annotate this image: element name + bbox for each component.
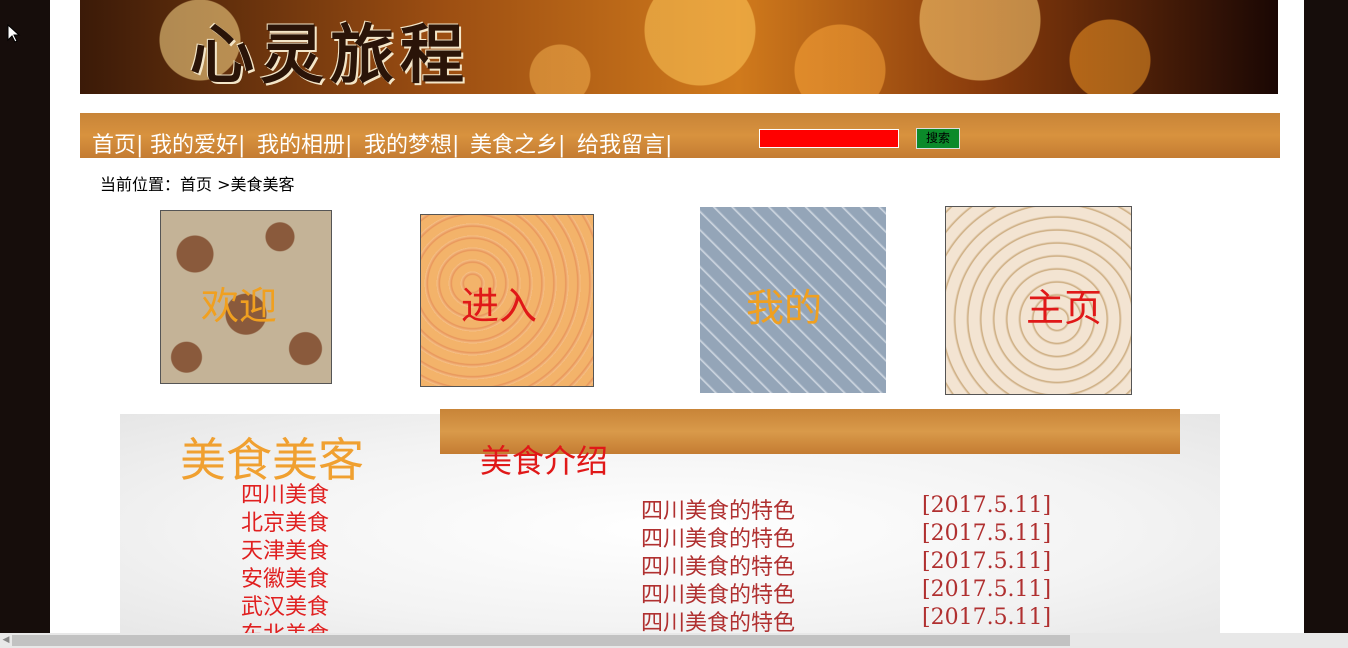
- nav-item-message[interactable]: 给我留言|: [577, 127, 672, 159]
- sidebar-title: 美食美客: [180, 433, 364, 487]
- list-item: 四川美食的特色 [2017.5.11]: [641, 493, 1061, 524]
- scrollbar-thumb[interactable]: [12, 635, 1070, 646]
- scroll-left-icon[interactable]: ◀: [1, 634, 11, 647]
- news-date: [2017.5.11]: [922, 577, 1052, 602]
- horizontal-scrollbar[interactable]: ◀: [0, 633, 1348, 648]
- list-item: 四川美食的特色 [2017.5.11]: [641, 549, 1061, 580]
- tile-label: 欢迎: [201, 284, 278, 328]
- news-title-link[interactable]: 四川美食的特色: [641, 605, 795, 633]
- section-title: 美食介绍: [480, 442, 609, 480]
- banner-title: 心灵旅程: [190, 18, 470, 93]
- list-item: 四川美食的特色 [2017.5.11]: [641, 577, 1061, 608]
- food-category-wuhan[interactable]: 武汉美食: [241, 594, 329, 622]
- search-button[interactable]: 搜索: [916, 128, 960, 149]
- tile-label: 我的: [746, 286, 823, 330]
- tile-homepage[interactable]: 主页: [945, 206, 1132, 395]
- nav-item-hobbies[interactable]: 我的爱好|: [150, 127, 245, 159]
- tile-label: 进入: [461, 284, 538, 328]
- tile-my[interactable]: 我的: [700, 207, 886, 393]
- list-item: 四川美食的特色 [2017.5.11]: [641, 521, 1061, 552]
- tile-enter[interactable]: 进入: [420, 214, 594, 387]
- news-date: [2017.5.11]: [922, 549, 1052, 574]
- nav-item-dream[interactable]: 我的梦想|: [364, 127, 459, 159]
- header-banner: 心灵旅程: [80, 0, 1278, 94]
- news-list: 四川美食的特色 [2017.5.11] 四川美食的特色 [2017.5.11] …: [641, 493, 1061, 633]
- nav-bar: 首页| 我的爱好| 我的相册| 我的梦想| 美食之乡| 给我留言| 搜索: [80, 113, 1280, 158]
- nav-item-home[interactable]: 首页|: [92, 127, 143, 159]
- tile-welcome[interactable]: 欢迎: [160, 210, 332, 384]
- food-category-northeast[interactable]: 东北美食: [241, 622, 329, 633]
- page-container: 心灵旅程 首页| 我的爱好| 我的相册| 我的梦想| 美食之乡| 给我留言| 搜…: [50, 0, 1304, 633]
- food-category-anhui[interactable]: 安徽美食: [241, 566, 329, 594]
- breadcrumb: 当前位置：首页 >美食美客: [100, 175, 295, 194]
- news-date: [2017.5.11]: [922, 521, 1052, 546]
- news-date: [2017.5.11]: [922, 605, 1052, 630]
- list-item: 四川美食的特色 [2017.5.11]: [641, 605, 1061, 633]
- news-date: [2017.5.11]: [922, 493, 1052, 518]
- search-input[interactable]: [759, 129, 899, 148]
- food-category-sichuan[interactable]: 四川美食: [241, 482, 329, 510]
- nav-item-album[interactable]: 我的相册|: [257, 127, 352, 159]
- food-category-beijing[interactable]: 北京美食: [241, 510, 329, 538]
- nav-item-food[interactable]: 美食之乡|: [470, 127, 565, 159]
- food-category-tianjin[interactable]: 天津美食: [241, 538, 329, 566]
- food-category-list: 四川美食 北京美食 天津美食 安徽美食 武汉美食 东北美食: [241, 482, 329, 633]
- tile-label: 主页: [1026, 286, 1103, 330]
